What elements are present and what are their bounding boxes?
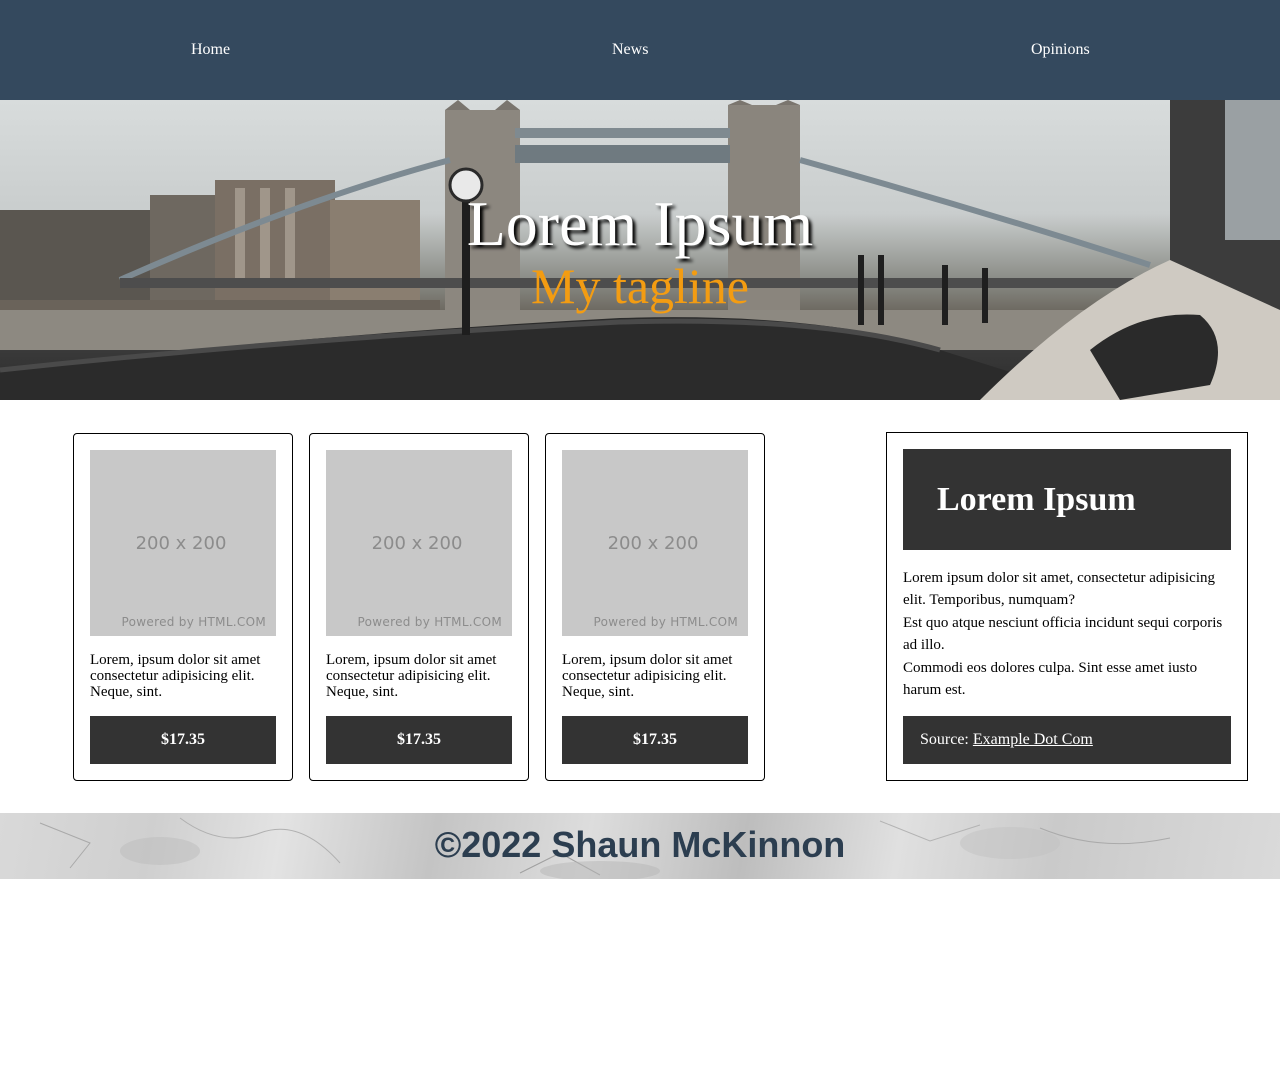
product-description: Lorem, ipsum dolor sit amet consectetur …	[326, 652, 497, 700]
source-link[interactable]: Example Dot Com	[973, 731, 1093, 748]
hero-tagline: My tagline	[530, 258, 750, 314]
product-image-placeholder: 200 x 200 Powered by HTML.COM	[562, 450, 748, 636]
sidebar-line: Est quo atque nesciunt officia incidunt …	[903, 614, 1223, 654]
nav-link-home[interactable]: Home	[191, 40, 230, 60]
product-card: 200 x 200 Powered by HTML.COM Lorem, ips…	[73, 433, 293, 781]
sidebar-body-text: Lorem ipsum dolor sit amet, consectetur …	[903, 567, 1233, 701]
sidebar-panel: Lorem Ipsum Lorem ipsum dolor sit amet, …	[886, 432, 1248, 781]
image-size-label: 200 x 200	[135, 533, 227, 554]
product-description: Lorem, ipsum dolor sit amet consectetur …	[90, 652, 261, 700]
image-size-label: 200 x 200	[371, 533, 463, 554]
hero-banner: Lorem Ipsum My tagline	[0, 100, 1280, 400]
product-image-placeholder: 200 x 200 Powered by HTML.COM	[90, 450, 276, 636]
source-label: Source:	[920, 731, 969, 748]
nav-link-opinions[interactable]: Opinions	[1031, 40, 1090, 60]
product-image-placeholder: 200 x 200 Powered by HTML.COM	[326, 450, 512, 636]
sidebar-line: Commodi eos dolores culpa. Sint esse ame…	[903, 659, 1198, 699]
sidebar-title: Lorem Ipsum	[937, 481, 1136, 518]
footer-copyright: ©2022 Shaun McKinnon	[434, 824, 846, 865]
product-description: Lorem, ipsum dolor sit amet consectetur …	[562, 652, 733, 700]
image-credit-label: Powered by HTML.COM	[121, 615, 266, 629]
nav-link-news[interactable]: News	[612, 40, 648, 60]
product-card: 200 x 200 Powered by HTML.COM Lorem, ips…	[545, 433, 765, 781]
price-button[interactable]: $17.35	[326, 716, 512, 764]
main-nav: Home News Opinions	[0, 0, 1280, 100]
product-card: 200 x 200 Powered by HTML.COM Lorem, ips…	[309, 433, 529, 781]
sidebar-source-bar: Source: Example Dot Com	[903, 716, 1231, 764]
price-button[interactable]: $17.35	[562, 716, 748, 764]
image-size-label: 200 x 200	[607, 533, 699, 554]
price-button[interactable]: $17.35	[90, 716, 276, 764]
image-credit-label: Powered by HTML.COM	[357, 615, 502, 629]
sidebar-line: Lorem ipsum dolor sit amet, consectetur …	[903, 570, 1216, 609]
image-credit-label: Powered by HTML.COM	[593, 615, 738, 629]
hero-title: Lorem Ipsum	[466, 188, 814, 259]
sidebar-header: Lorem Ipsum	[903, 449, 1231, 550]
page-footer: ©2022 Shaun McKinnon	[0, 813, 1280, 879]
